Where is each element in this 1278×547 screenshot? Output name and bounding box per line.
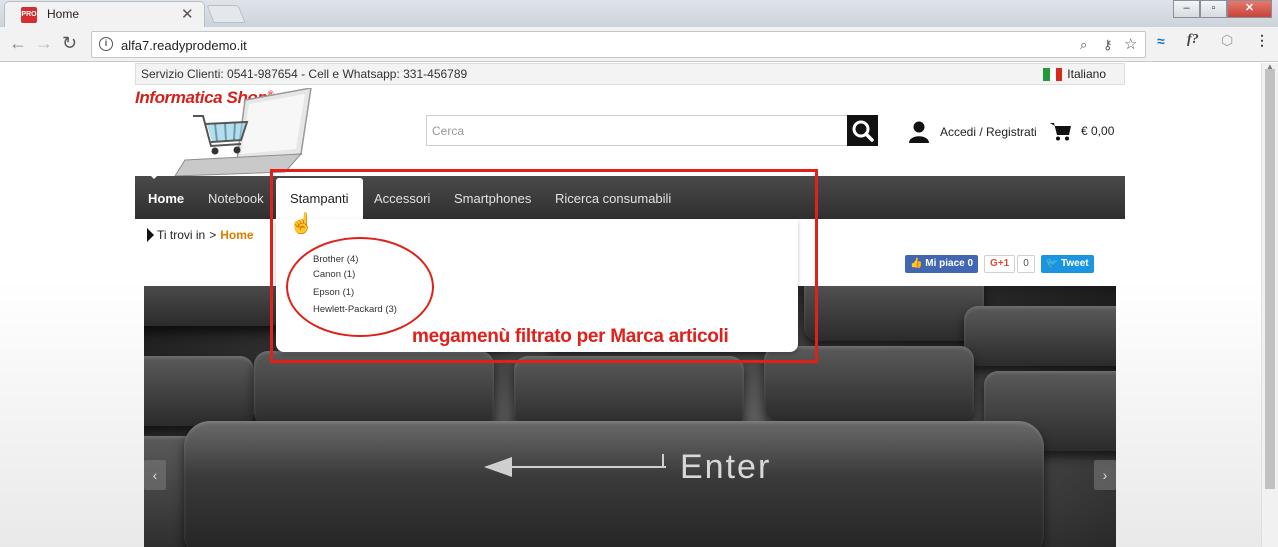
extension-cube-icon[interactable]: ⬡ bbox=[1221, 32, 1233, 49]
user-icon bbox=[909, 121, 929, 143]
favicon-icon: PRO bbox=[21, 7, 37, 23]
keyboard-key bbox=[964, 306, 1116, 366]
search-button[interactable] bbox=[847, 115, 878, 146]
keyboard-key bbox=[144, 356, 254, 426]
tweet-label: Tweet bbox=[1061, 258, 1089, 269]
cart-link[interactable]: € 0,00 bbox=[1050, 121, 1114, 141]
google-plus-button[interactable]: G+1 bbox=[984, 255, 1016, 273]
contact-info: Servizio Clienti: 0541-987654 - Cell e W… bbox=[141, 67, 468, 81]
annotation-highlight-ellipse bbox=[286, 237, 434, 337]
search-input[interactable] bbox=[426, 115, 847, 146]
annotation-caption: megamenù filtrato per Marca articoli bbox=[412, 326, 729, 347]
breadcrumb-separator: > bbox=[209, 228, 217, 242]
facebook-like-button[interactable]: 👍 Mi piace 0 bbox=[905, 255, 979, 273]
breadcrumb-current[interactable]: Home bbox=[220, 228, 253, 242]
social-share-bar: 👍 Mi piace 0 G+1 0 🐦 Tweet bbox=[905, 255, 1094, 273]
search-form bbox=[426, 115, 878, 146]
tweet-button[interactable]: 🐦 Tweet bbox=[1040, 255, 1094, 273]
home-caret-icon bbox=[150, 175, 158, 179]
hand-cursor-icon: ☝ bbox=[289, 213, 314, 235]
enter-key-label: Enter bbox=[680, 448, 772, 486]
slider-next-button[interactable]: › bbox=[1094, 460, 1116, 490]
page-scrollbar[interactable]: ▲ bbox=[1261, 62, 1278, 547]
site-info-icon[interactable]: i bbox=[99, 37, 113, 51]
language-selector[interactable]: Italiano bbox=[1043, 67, 1106, 81]
window-controls: ‒ ▫ ✕ bbox=[1173, 0, 1272, 18]
laptop-cart-logo-icon bbox=[174, 88, 312, 176]
breadcrumb-prefix: Ti trovi in bbox=[157, 228, 206, 242]
browser-tab-strip: PRO Home ✕ ‒ ▫ ✕ bbox=[0, 0, 1278, 27]
login-label: Accedi / Registrati bbox=[940, 125, 1037, 139]
back-icon[interactable]: ← bbox=[9, 33, 27, 53]
breadcrumb-arrow-icon bbox=[147, 228, 154, 242]
enter-arrow-icon bbox=[484, 457, 666, 477]
browser-tab[interactable]: PRO Home ✕ bbox=[4, 1, 205, 27]
keyboard-key bbox=[144, 286, 284, 326]
window-close-button[interactable]: ✕ bbox=[1227, 0, 1272, 18]
key-icon[interactable]: ⚷ bbox=[1103, 37, 1113, 53]
thumbs-up-icon: 👍 bbox=[910, 258, 923, 269]
tab-title: Home bbox=[47, 7, 80, 21]
keyboard-key bbox=[804, 286, 984, 341]
new-tab-button[interactable] bbox=[206, 5, 246, 23]
google-plus-count: 0 bbox=[1017, 255, 1035, 273]
search-icon bbox=[852, 120, 874, 142]
bookmark-star-icon[interactable]: ☆ bbox=[1124, 35, 1137, 53]
breadcrumb: Ti trovi in > Home bbox=[147, 228, 254, 242]
language-label: Italiano bbox=[1067, 67, 1106, 81]
slider-prev-button[interactable]: ‹ bbox=[144, 460, 166, 490]
url-text: alfa7.readyprodemo.it bbox=[121, 38, 247, 53]
scroll-thumb[interactable] bbox=[1265, 69, 1275, 489]
twitter-bird-icon: 🐦 bbox=[1045, 258, 1059, 269]
zoom-icon[interactable]: ⌕ bbox=[1080, 37, 1087, 53]
enter-key bbox=[184, 421, 1044, 547]
reload-icon[interactable]: ↻ bbox=[62, 33, 77, 53]
extension-f-icon[interactable]: f? bbox=[1187, 32, 1199, 48]
browser-menu-icon[interactable]: ⋮ bbox=[1255, 32, 1269, 49]
site-logo[interactable]: Informatica Shop® bbox=[135, 88, 315, 176]
cart-total: € 0,00 bbox=[1081, 124, 1115, 138]
extension-wave-icon[interactable]: ≈ bbox=[1157, 33, 1165, 49]
nav-item-notebook[interactable]: Notebook bbox=[208, 176, 264, 219]
customer-service-bar: Servizio Clienti: 0541-987654 - Cell e W… bbox=[135, 63, 1125, 85]
cart-icon bbox=[1050, 123, 1071, 141]
maximize-button[interactable]: ▫ bbox=[1200, 0, 1227, 18]
address-bar[interactable]: i alfa7.readyprodemo.it ⌕ ⚷ ☆ bbox=[91, 31, 1146, 58]
keyboard-key bbox=[514, 356, 744, 428]
tab-close-icon[interactable]: ✕ bbox=[181, 5, 194, 23]
enter-arrow-stem bbox=[662, 454, 664, 468]
facebook-like-label: Mi piace 0 bbox=[925, 258, 974, 269]
minimize-button[interactable]: ‒ bbox=[1173, 0, 1200, 18]
login-link[interactable]: Accedi / Registrati bbox=[908, 121, 1037, 143]
italy-flag-icon bbox=[1043, 67, 1063, 81]
nav-item-home[interactable]: Home bbox=[148, 176, 184, 219]
forward-icon[interactable]: → bbox=[35, 33, 53, 53]
browser-toolbar: ← → ↻ i alfa7.readyprodemo.it ⌕ ⚷ ☆ ≈ f?… bbox=[0, 27, 1278, 62]
